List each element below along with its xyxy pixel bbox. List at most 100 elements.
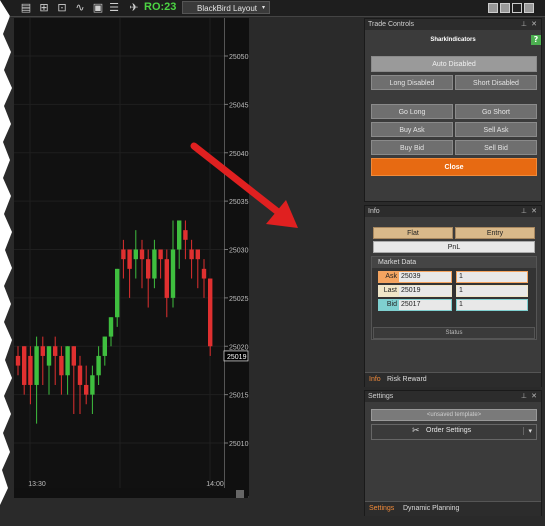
settings-header: Settings ⊥ ✕ bbox=[365, 391, 541, 402]
tab-info[interactable]: Info bbox=[369, 374, 381, 386]
market-data-value: 25019 bbox=[398, 285, 452, 297]
candlestick-chart: 2505025045250402503525030250252502025015… bbox=[14, 18, 249, 498]
buy-ask-button[interactable]: Buy Ask bbox=[371, 122, 453, 137]
restore-button[interactable] bbox=[500, 3, 510, 13]
short-disabled-button[interactable]: Short Disabled bbox=[455, 75, 537, 90]
sell-bid-button[interactable]: Sell Bid bbox=[455, 140, 537, 155]
tab-risk-reward[interactable]: Risk Reward bbox=[387, 374, 427, 386]
candle-body bbox=[34, 346, 39, 385]
candle-body bbox=[133, 249, 138, 260]
candle-body bbox=[208, 278, 213, 347]
chevron-down-icon[interactable]: ▾ bbox=[523, 427, 532, 435]
trade-controls-title: Trade Controls bbox=[368, 21, 415, 28]
close-position-button[interactable]: Close bbox=[371, 158, 537, 176]
candle-body bbox=[121, 249, 126, 260]
price-tick-label: 25025 bbox=[229, 296, 249, 303]
market-data-label: Ask bbox=[378, 271, 398, 283]
tab-dynamic-planning[interactable]: Dynamic Planning bbox=[403, 503, 459, 515]
candle-body bbox=[102, 336, 107, 356]
candle-body bbox=[127, 249, 132, 269]
market-data-title: Market Data bbox=[372, 257, 536, 268]
price-tick-label: 25030 bbox=[229, 248, 249, 255]
market-data-row: Ask 25039 1 bbox=[378, 271, 530, 283]
candle-body bbox=[28, 355, 33, 385]
info-panel: Info ⊥ ✕ Flat Entry PnL Market Data Ask 2… bbox=[364, 205, 542, 387]
close-icon[interactable]: ✕ bbox=[531, 391, 537, 402]
candle-body bbox=[53, 346, 58, 356]
help-icon[interactable]: ? bbox=[531, 35, 541, 45]
candle-body bbox=[146, 259, 151, 279]
candle-body bbox=[189, 249, 194, 260]
market-data-value: 25039 bbox=[398, 271, 452, 283]
settings-title: Settings bbox=[368, 393, 394, 400]
close-icon[interactable]: ✕ bbox=[531, 19, 537, 30]
pin-icon[interactable]: ⊥ bbox=[521, 206, 527, 217]
auto-disabled-button[interactable]: Auto Disabled bbox=[371, 56, 537, 72]
market-data-qty: 1 bbox=[456, 271, 528, 283]
candle-body bbox=[22, 346, 27, 385]
info-tab-bar: Info Risk Reward bbox=[365, 372, 541, 387]
position-flat: Flat bbox=[373, 227, 453, 239]
price-tick-label: 25050 bbox=[229, 54, 249, 61]
price-tick-label: 25010 bbox=[229, 441, 249, 448]
maximize-button[interactable] bbox=[512, 3, 522, 13]
candle-body bbox=[77, 365, 83, 385]
template-select[interactable]: <unsaved template> bbox=[371, 409, 537, 421]
price-tick-label: 25015 bbox=[229, 393, 249, 400]
trade-controls-panel: Trade Controls ⊥ ✕ SharkIndicators ? Aut… bbox=[364, 18, 542, 202]
market-data-row: Last 25019 1 bbox=[378, 285, 530, 297]
chevron-down-icon[interactable]: ▾ bbox=[262, 2, 265, 15]
wrench-icon: ✂ bbox=[412, 426, 420, 436]
trading-platform-screenshot: ▤ ⊞ ⊡ ∿ ▣ ☰ ✈ RO:23 BlackBird Layout ▾ 2… bbox=[0, 0, 545, 526]
candle-body bbox=[164, 259, 169, 298]
candle-body bbox=[84, 384, 89, 395]
candle-body bbox=[15, 355, 21, 366]
pnl-field: PnL bbox=[373, 241, 535, 253]
candle-body bbox=[65, 346, 70, 376]
info-title: Info bbox=[368, 208, 380, 215]
candle-body bbox=[115, 268, 120, 318]
order-settings-button[interactable]: ✂ Order Settings ▾ bbox=[371, 424, 537, 440]
market-data-label: Last bbox=[378, 285, 398, 297]
price-tick-label: 25020 bbox=[229, 344, 249, 351]
candle-body bbox=[71, 346, 76, 366]
current-price-label: 25019 bbox=[227, 354, 247, 361]
candle-body bbox=[90, 375, 95, 395]
minimize-button[interactable] bbox=[488, 3, 498, 13]
long-disabled-button[interactable]: Long Disabled bbox=[371, 75, 453, 90]
time-tick-label: 13:30 bbox=[28, 481, 46, 488]
candle-body bbox=[96, 355, 101, 376]
buy-bid-button[interactable]: Buy Bid bbox=[371, 140, 453, 155]
candle-body bbox=[170, 249, 176, 298]
close-window-button[interactable] bbox=[524, 3, 534, 13]
candle-body bbox=[158, 249, 163, 260]
pin-icon[interactable]: ⊥ bbox=[521, 19, 527, 30]
candle-body bbox=[201, 268, 207, 279]
order-settings-label: Order Settings bbox=[426, 427, 472, 434]
candle-body bbox=[46, 346, 52, 366]
market-data-row: Bid 25017 1 bbox=[378, 299, 530, 311]
close-icon[interactable]: ✕ bbox=[531, 206, 537, 217]
status-field: Status bbox=[373, 327, 535, 339]
settings-panel: Settings ⊥ ✕ <unsaved template> ✂ Order … bbox=[364, 390, 542, 516]
tab-settings[interactable]: Settings bbox=[369, 503, 394, 515]
sell-ask-button[interactable]: Sell Ask bbox=[455, 122, 537, 137]
trade-controls-header: Trade Controls ⊥ ✕ bbox=[365, 19, 541, 30]
candle-body bbox=[152, 249, 157, 279]
time-axis bbox=[14, 488, 234, 498]
candle-body bbox=[59, 355, 64, 376]
red-arrow-annotation bbox=[190, 142, 298, 228]
candle-body bbox=[183, 230, 188, 240]
market-data-qty: 1 bbox=[456, 285, 528, 297]
go-short-button[interactable]: Go Short bbox=[455, 104, 537, 119]
candle-body bbox=[139, 249, 145, 260]
brand-text: SharkIndicators bbox=[430, 37, 476, 43]
price-tick-label: 25045 bbox=[229, 102, 249, 109]
brand-logo: SharkIndicators bbox=[413, 37, 493, 47]
candle-body bbox=[177, 220, 182, 250]
scroll-handle bbox=[236, 490, 244, 498]
go-long-button[interactable]: Go Long bbox=[371, 104, 453, 119]
pin-icon[interactable]: ⊥ bbox=[521, 391, 527, 402]
market-data-label: Bid bbox=[378, 299, 398, 311]
info-header: Info ⊥ ✕ bbox=[365, 206, 541, 217]
